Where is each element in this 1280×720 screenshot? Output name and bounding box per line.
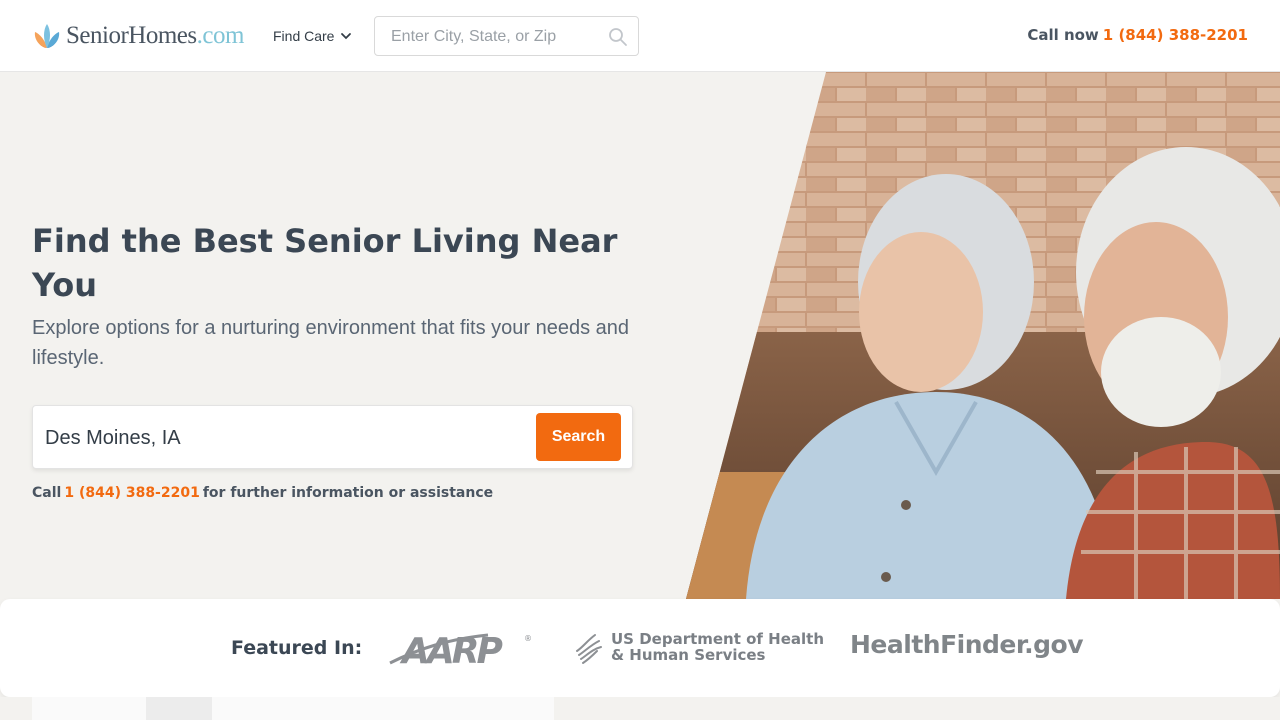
next-section-card (32, 697, 554, 720)
hero-section: Find the Best Senior Living Near You Exp… (0, 72, 1280, 599)
search-icon[interactable] (608, 27, 628, 47)
header-call-now: Call now 1 (844) 388-2201 (1027, 26, 1248, 44)
call-suffix: for further information or assistance (202, 485, 494, 501)
featured-in-label: Featured In: (231, 637, 363, 659)
find-care-label: Find Care (273, 28, 335, 44)
svg-text:AARP: AARP (399, 631, 502, 667)
hhs-logo: US Department of Health & Human Services (573, 631, 824, 667)
hhs-eagle-icon (576, 634, 602, 664)
hero-subtitle: Explore options for a nurturing environm… (32, 317, 630, 369)
call-prefix: Call (32, 485, 62, 501)
svg-text:®: ® (524, 634, 532, 643)
hhs-line-1: US Department of Health (611, 630, 825, 648)
next-section-peek (0, 697, 1280, 720)
hero-title: Find the Best Senior Living Near You (32, 222, 618, 304)
site-logo[interactable]: SeniorHomes .com (32, 20, 244, 52)
lotus-logo-icon (34, 24, 60, 48)
header-search-input[interactable] (391, 26, 601, 48)
hero-phone-link[interactable]: 1 (844) 388-2201 (64, 485, 200, 501)
search-button[interactable]: Search (536, 413, 621, 461)
next-section-image (146, 697, 212, 720)
call-now-label: Call now (1027, 26, 1099, 44)
chevron-down-icon (341, 33, 352, 40)
hhs-line-2: & Human Services (611, 646, 766, 664)
senior-couple-photo (686, 72, 1280, 599)
location-search-input[interactable] (45, 425, 515, 451)
hero-search-box: Search (32, 405, 633, 469)
find-care-menu[interactable]: Find Care (273, 26, 352, 46)
call-assistance-line: Call 1 (844) 388-2201 for further informat… (32, 485, 493, 501)
featured-in-bar: Featured In: AARP ® US Department of Hea… (0, 599, 1280, 697)
header-phone-link[interactable]: 1 (844) 388-2201 (1103, 26, 1248, 44)
header-search-box (374, 16, 639, 56)
aarp-logo: AARP ® (389, 631, 532, 667)
logo-domain-suffix: .com (196, 22, 245, 49)
hhs-wordmark: US Department of Health & Human Services (611, 631, 824, 663)
healthfinder-logo: HealthFinder.gov (850, 630, 1084, 659)
site-header: SeniorHomes.com Find Care Call now1 (844… (0, 0, 1280, 72)
logo-wordmark: SeniorHomes (66, 22, 197, 49)
